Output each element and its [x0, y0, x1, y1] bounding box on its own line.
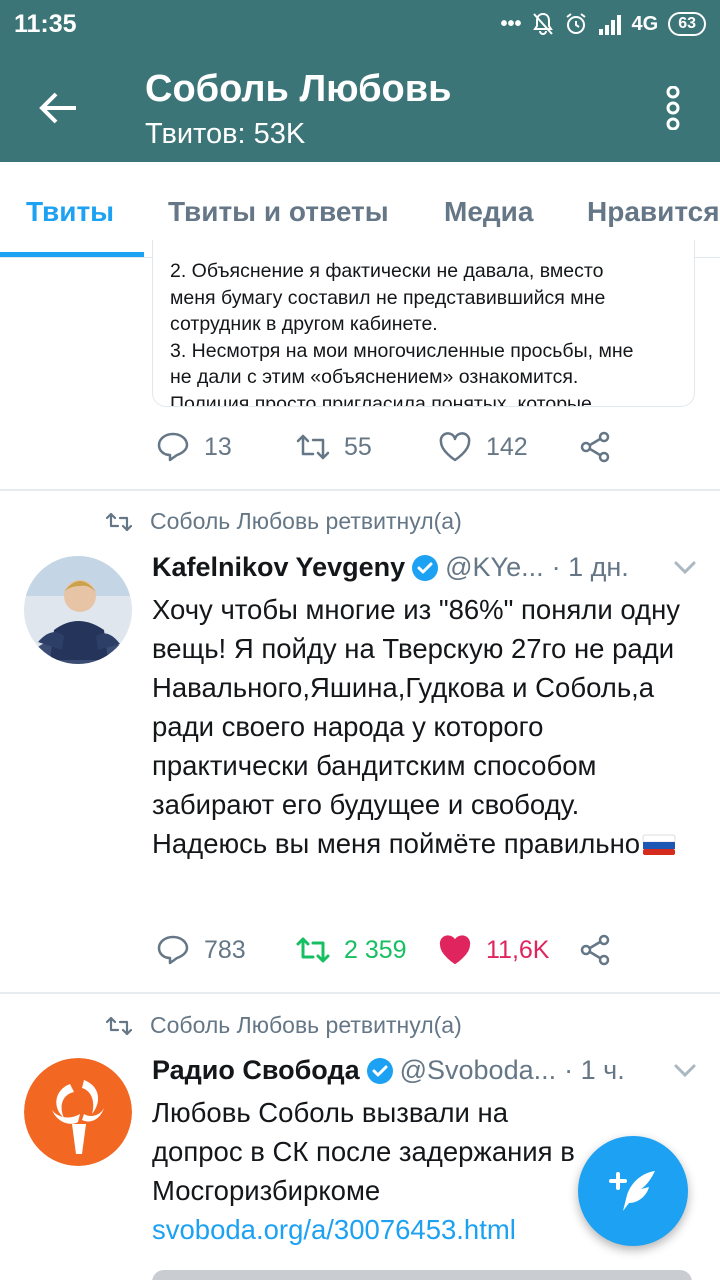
profile-name-title: Соболь Любовь: [145, 68, 452, 110]
tab-tweets-and-replies[interactable]: Твиты и ответы: [168, 196, 389, 228]
author-name[interactable]: Радио Свобода: [152, 1055, 360, 1086]
battery-indicator: 63: [668, 12, 706, 36]
compose-tweet-icon: [609, 1171, 655, 1211]
alarm-icon: [565, 13, 586, 34]
tweet-header: Радио Свобода @Svoboda... · 1 ч.: [152, 1055, 700, 1086]
reply-button[interactable]: 13: [156, 430, 232, 464]
tab-media[interactable]: Медиа: [444, 196, 533, 228]
reply-button[interactable]: 783: [156, 933, 246, 967]
tweet-divider: [0, 489, 720, 491]
like-button[interactable]: 11,6K: [438, 933, 549, 967]
like-count: 11,6K: [486, 935, 550, 964]
tweet-text: Хочу чтобы многие из "86%" поняли одну в…: [152, 590, 692, 863]
retweet-button[interactable]: 2 359: [296, 933, 407, 967]
avatar[interactable]: [24, 1058, 132, 1166]
tweet-time: · 1 ч.: [564, 1055, 625, 1085]
share-button[interactable]: [578, 430, 612, 464]
retweet-context-label: Соболь Любовь ретвитнул(а): [150, 1012, 462, 1038]
notifications-muted-icon: [532, 12, 553, 35]
retweet-icon: [296, 434, 330, 460]
like-icon: [439, 935, 471, 964]
retweet-context: Соболь Любовь ретвитнул(а): [106, 508, 462, 535]
russia-flag-emoji: [642, 834, 676, 855]
tab-tweets[interactable]: Твиты: [26, 196, 114, 228]
reply-count: 13: [204, 432, 232, 461]
app-bar: Соболь Любовь Твитов: 53K: [0, 52, 720, 162]
tweet-text-content: Хочу чтобы многие из "86%" поняли одну в…: [152, 594, 681, 859]
tweet-actions: 13 55 142: [156, 430, 636, 470]
more-notifications-icon: •••: [500, 12, 522, 35]
tweet-divider: [0, 992, 720, 994]
reply-count: 783: [204, 935, 246, 964]
retweet-icon: [106, 1016, 132, 1035]
radio-svoboda-logo: [24, 1058, 132, 1166]
active-tab-indicator: [0, 252, 144, 257]
retweet-icon: [296, 937, 330, 963]
retweet-context: Соболь Любовь ретвитнул(а): [106, 1012, 462, 1039]
more-vert-icon[interactable]: [666, 86, 680, 130]
tweet-time: · 1 дн.: [551, 552, 629, 582]
retweet-context-label: Соболь Любовь ретвитнул(а): [150, 508, 462, 534]
compose-tweet-button[interactable]: [578, 1136, 688, 1246]
tweet-header: Kafelnikov Yevgeny @KYe... · 1 дн.: [152, 552, 700, 583]
tweet-count: Твитов: 53K: [145, 118, 306, 150]
author-handle[interactable]: @Svoboda...: [400, 1055, 557, 1086]
signal-icon: [598, 15, 621, 35]
network-type: 4G: [631, 12, 659, 35]
tweet-image-card[interactable]: 2. Объяснение я фактически не давала, вм…: [152, 240, 695, 407]
back-arrow-icon[interactable]: [36, 86, 80, 130]
like-count: 142: [486, 432, 528, 461]
share-icon: [580, 934, 610, 966]
avatar-photo: [24, 556, 132, 664]
author-handle[interactable]: @KYe...: [445, 552, 543, 583]
chevron-down-icon[interactable]: [672, 554, 698, 580]
verified-icon: [412, 554, 439, 581]
retweet-button[interactable]: 55: [296, 430, 372, 464]
author-name[interactable]: Kafelnikov Yevgeny: [152, 552, 405, 583]
chevron-down-icon[interactable]: [672, 1057, 698, 1083]
status-time: 11:35: [14, 10, 77, 38]
reply-icon: [157, 432, 189, 462]
tweet-actions: 783 2 359 11,6K: [156, 933, 636, 973]
share-button[interactable]: [578, 933, 612, 967]
retweet-count: 2 359: [344, 935, 407, 964]
tweet-link[interactable]: svoboda.org/a/30076453.html: [152, 1214, 516, 1245]
reply-icon: [157, 935, 189, 965]
like-icon: [439, 432, 471, 462]
like-button[interactable]: 142: [438, 430, 528, 464]
retweet-count: 55: [344, 432, 372, 461]
status-icons: ••• 4G 63: [500, 12, 706, 36]
tweet-image-text: 2. Объяснение я фактически не давала, вм…: [170, 260, 634, 407]
tweet-text: Любовь Соболь вызвали на допрос в СК пос…: [152, 1093, 602, 1249]
tweet-media-preview[interactable]: [152, 1270, 692, 1280]
status-bar: 11:35 ••• 4G 63: [0, 0, 720, 52]
share-icon: [580, 431, 610, 463]
tweet-text-content: Любовь Соболь вызвали на допрос в СК пос…: [152, 1097, 575, 1206]
avatar[interactable]: [24, 556, 132, 664]
tab-likes[interactable]: Нравится: [587, 196, 720, 228]
verified-icon: [366, 1057, 393, 1084]
retweet-icon: [106, 512, 132, 531]
